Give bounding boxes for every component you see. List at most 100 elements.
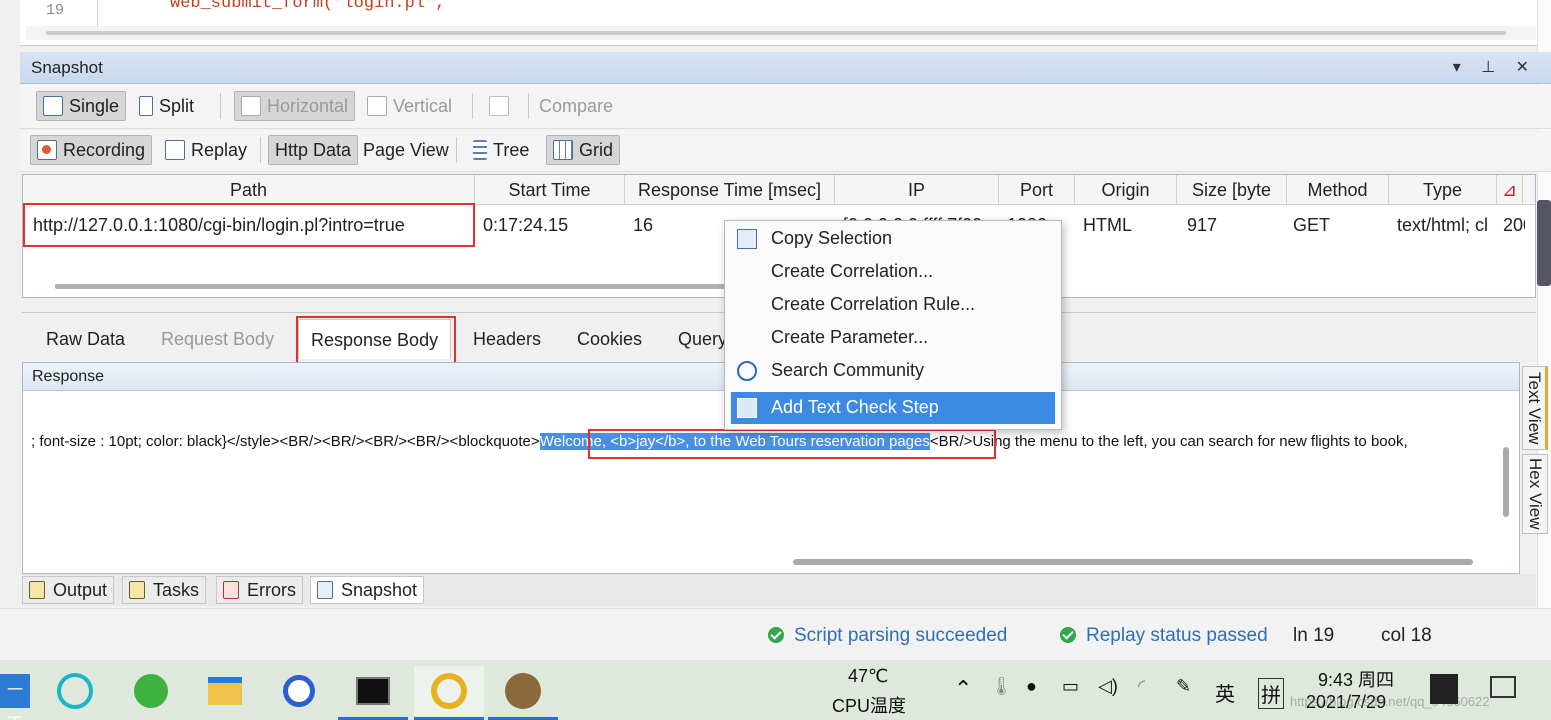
code-line[interactable]: web_submit_form("login.pl", — [170, 0, 445, 22]
recording-button[interactable]: Recording — [30, 135, 153, 165]
cell-status: 200 — [1503, 215, 1525, 235]
tab-text-view[interactable]: Text View — [1522, 366, 1548, 450]
scrollbar-thumb[interactable] — [46, 31, 1506, 35]
column-header-response-time[interactable]: Response Time [msec] — [625, 175, 835, 205]
page-view-button[interactable]: Page View — [356, 135, 456, 165]
annotation-box-response-tab — [296, 316, 456, 366]
column-header-port[interactable]: Port — [999, 175, 1075, 205]
taskbar-app-ie[interactable] — [116, 666, 186, 716]
browser-icon — [57, 673, 93, 709]
menu-item-create-correlation-rule[interactable]: Create Correlation Rule... — [731, 289, 1055, 321]
tree-button[interactable]: Tree — [466, 135, 536, 165]
status-bar: Script parsing succeeded Replay status p… — [0, 608, 1551, 660]
watermark: https://blog.csdn.net/qq_54660622 — [1290, 694, 1490, 709]
taskbar-app-vugen[interactable] — [414, 666, 484, 720]
tab-hex-view[interactable]: Hex View — [1522, 454, 1548, 534]
menu-item-copy-selection[interactable]: Copy Selection — [731, 223, 1055, 255]
editor-horizontal-scrollbar[interactable] — [26, 26, 1536, 40]
column-header-size[interactable]: Size [byte — [1177, 175, 1287, 205]
cell-type: text/html; cl — [1397, 215, 1489, 235]
cell-size: 917 — [1187, 215, 1218, 235]
http-data-button[interactable]: Http Data — [268, 135, 359, 165]
view-toolbar: Single Split Horizontal Vertical Compare — [20, 85, 1551, 129]
single-pane-icon — [43, 96, 63, 116]
ime-language[interactable]: 英 — [1215, 678, 1235, 707]
column-header-method[interactable]: Method — [1287, 175, 1389, 205]
taskbar-app-image[interactable] — [488, 666, 558, 720]
pen-icon[interactable]: ✎ — [1176, 676, 1191, 697]
menu-item-search-community[interactable]: Search Community — [731, 355, 1055, 387]
compare-button[interactable]: Compare — [532, 91, 620, 121]
notification-app-icon[interactable] — [1430, 674, 1458, 704]
column-header-type[interactable]: Type — [1389, 175, 1497, 205]
copy-icon — [737, 229, 757, 249]
panel-title: Snapshot — [31, 58, 103, 77]
tab-snapshot[interactable]: Snapshot — [310, 576, 425, 604]
ime-mode[interactable]: 拼 — [1258, 678, 1284, 709]
taskbar-app-terminal[interactable] — [338, 666, 408, 720]
battery-icon[interactable]: ▭ — [1062, 676, 1079, 697]
taskbar: 一下 47℃ CPU温度 ⌃ 🌡 ● ▭ ◁) ◜ ✎ 英 拼 9:43 周四 … — [0, 660, 1551, 720]
column-filter-icon[interactable]: ⊿ — [1497, 175, 1523, 205]
split-pane-icon — [139, 96, 153, 116]
column-header-origin[interactable]: Origin — [1075, 175, 1177, 205]
code-editor[interactable]: 19 web_submit_form("login.pl", — [20, 0, 1551, 46]
tab-query[interactable]: Query — [678, 323, 727, 355]
toolbar-divider — [220, 93, 221, 119]
thermometer-icon[interactable]: 🌡 — [990, 676, 1013, 697]
menu-item-create-parameter[interactable]: Create Parameter... — [731, 322, 1055, 354]
sync-icon — [489, 96, 509, 116]
text-check-icon — [737, 398, 757, 418]
check-icon — [768, 627, 784, 643]
menu-item-add-text-check-step[interactable]: Add Text Check Step — [731, 392, 1055, 424]
cpu-temp-label: CPU温度 — [832, 696, 907, 716]
tab-request-body[interactable]: Request Body — [161, 323, 274, 355]
response-horizontal-scrollbar[interactable] — [33, 555, 1493, 569]
scrollbar-thumb[interactable] — [55, 284, 735, 289]
vertical-layout-icon — [367, 96, 387, 116]
sync-button[interactable] — [482, 91, 522, 121]
taskbar-app-chrome[interactable] — [264, 666, 334, 716]
menu-item-create-correlation[interactable]: Create Correlation... — [731, 256, 1055, 288]
replay-button[interactable]: Replay — [158, 135, 254, 165]
grid-button[interactable]: Grid — [546, 135, 621, 165]
check-icon — [1060, 627, 1076, 643]
network-icon[interactable]: ◜ — [1138, 676, 1145, 697]
volume-icon[interactable]: ◁) — [1098, 676, 1118, 697]
context-menu: Copy Selection Create Correlation... Cre… — [724, 220, 1062, 430]
taskbar-app-browser[interactable] — [40, 666, 110, 716]
panel-controls[interactable]: ▾ ⊥ ✕ — [1453, 57, 1537, 77]
tab-errors[interactable]: Errors — [216, 576, 303, 604]
cell-start-time: 0:17:24.15 — [483, 215, 569, 235]
grid-vertical-scrollbar[interactable] — [1537, 200, 1551, 286]
recording-icon — [37, 140, 57, 160]
tab-headers[interactable]: Headers — [473, 323, 541, 355]
tree-icon — [473, 140, 487, 160]
horizontal-button[interactable]: Horizontal — [234, 91, 356, 121]
start-button[interactable]: 一下 — [0, 674, 30, 720]
scrollbar-thumb[interactable] — [793, 559, 1473, 565]
action-center-icon[interactable] — [1490, 676, 1516, 698]
clock-time[interactable]: 9:43 周四 — [1318, 666, 1394, 692]
split-button[interactable]: Split — [132, 91, 201, 121]
cell-method: GET — [1293, 215, 1331, 235]
qq-icon[interactable]: ● — [1026, 676, 1037, 697]
tab-raw-data[interactable]: Raw Data — [46, 323, 125, 355]
scrollbar-thumb[interactable] — [1503, 447, 1509, 517]
chevron-up-icon[interactable]: ⌃ — [954, 676, 972, 702]
status-parsing[interactable]: Script parsing succeeded — [768, 625, 1007, 647]
tab-cookies[interactable]: Cookies — [577, 323, 642, 355]
app-icon — [283, 675, 315, 707]
annotation-box-path — [23, 203, 475, 247]
response-vertical-scrollbar[interactable] — [1499, 395, 1513, 545]
vertical-button[interactable]: Vertical — [360, 91, 459, 121]
column-header-start-time[interactable]: Start Time — [475, 175, 625, 205]
horizontal-layout-icon — [241, 96, 261, 116]
status-replay[interactable]: Replay status passed — [1060, 625, 1268, 647]
column-header-ip[interactable]: IP — [835, 175, 999, 205]
column-header-path[interactable]: Path — [23, 175, 475, 205]
tab-output[interactable]: Output — [22, 576, 115, 604]
taskbar-app-explorer[interactable] — [190, 666, 260, 716]
single-button[interactable]: Single — [36, 91, 127, 121]
tab-tasks[interactable]: Tasks — [122, 576, 207, 604]
